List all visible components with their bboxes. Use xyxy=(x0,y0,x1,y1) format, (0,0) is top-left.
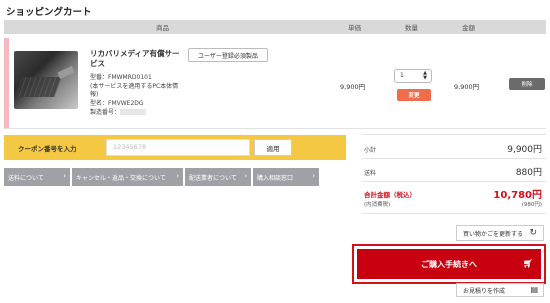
coupon-input[interactable]: 12345678 xyxy=(106,139,250,156)
quantity-value: 1 xyxy=(400,72,404,79)
model-name: 型名：FMVWE2DG xyxy=(90,100,144,108)
page-title: ショッピングカート xyxy=(6,7,92,18)
header-unit-price: 単価 xyxy=(348,24,361,32)
service-note: (本サービスを適用するPC本体情報) xyxy=(90,82,179,99)
cancel-return-link[interactable]: キャンセル・返品・交換について › xyxy=(72,168,183,186)
shipping-label: 送料 xyxy=(364,170,377,177)
shipping-info-link[interactable]: 送料について › xyxy=(4,168,70,186)
summary-divider xyxy=(362,213,546,214)
item-unit-price: 9,900円 xyxy=(340,83,366,91)
update-cart-button[interactable]: 買い物かごを更新する ↻ xyxy=(456,225,544,241)
chevron-right-icon: › xyxy=(176,172,179,180)
product-image[interactable] xyxy=(14,51,78,109)
header-amount: 金額 xyxy=(462,24,475,32)
item-accent-bar xyxy=(4,38,9,128)
product-details: 型番：FMWMRD0101 (本サービスを適用するPC本体情報) 型名：FMVW… xyxy=(90,74,186,117)
purchase-consult-link[interactable]: 購入相談窓口 › xyxy=(253,168,319,186)
cart-table-header: 商品 単価 数量 金額 xyxy=(4,20,546,34)
select-arrows-icon: ▲ ▼ xyxy=(423,70,427,81)
create-quote-button[interactable]: お見積りを作成 ▤ xyxy=(456,283,544,297)
shipping-value: 880円 xyxy=(515,168,542,178)
change-quantity-button[interactable]: 変更 xyxy=(397,89,431,101)
checkout-button[interactable]: ご購入手続きへ 🛒︎ xyxy=(357,249,541,279)
carrier-info-link[interactable]: 配送業者について › xyxy=(185,168,251,186)
quantity-select[interactable]: 1 ▲ ▼ xyxy=(394,69,432,83)
subtotal-value: 9,900円 xyxy=(507,145,542,155)
chevron-right-icon: › xyxy=(312,172,315,180)
coupon-section: クーポン番号を入力 12345678 適用 xyxy=(4,135,346,160)
product-name[interactable]: リカバリメディア有償サービス xyxy=(90,49,185,69)
header-quantity: 数量 xyxy=(405,24,418,32)
summary-divider xyxy=(362,181,546,182)
summary-divider xyxy=(362,134,546,135)
header-product: 商品 xyxy=(156,24,169,32)
user-registration-button[interactable]: ユーザー登録必須製品 xyxy=(188,48,268,62)
delete-item-button[interactable]: 削除 xyxy=(509,78,545,90)
cart-item-row: リカバリメディア有償サービス ユーザー登録必須製品 型番：FMWMRD0101 … xyxy=(4,36,546,129)
chevron-right-icon: › xyxy=(63,172,66,180)
document-icon: ▤ xyxy=(530,285,538,294)
subtotal-label: 小計 xyxy=(364,147,377,154)
coupon-apply-button[interactable]: 適用 xyxy=(254,139,292,156)
summary-divider xyxy=(362,158,546,159)
checkout-highlight: ご購入手続きへ 🛒︎ xyxy=(352,244,546,284)
item-amount: 9,900円 xyxy=(454,83,480,91)
total-label: 合計金額（税込） xyxy=(364,191,416,199)
refresh-icon: ↻ xyxy=(529,228,537,238)
chevron-right-icon: › xyxy=(244,172,247,180)
cart-icon: 🛒︎ xyxy=(522,259,533,268)
total-tax-label: (内消費税) xyxy=(364,202,391,208)
model-number: 型番：FMWMRD0101 xyxy=(90,74,152,81)
coupon-label: クーポン番号を入力 xyxy=(18,145,77,153)
total-value: 10,780円 xyxy=(493,190,542,201)
serial-number: 製造番号： xyxy=(90,109,186,118)
total-tax-value: (980円) xyxy=(521,202,542,208)
